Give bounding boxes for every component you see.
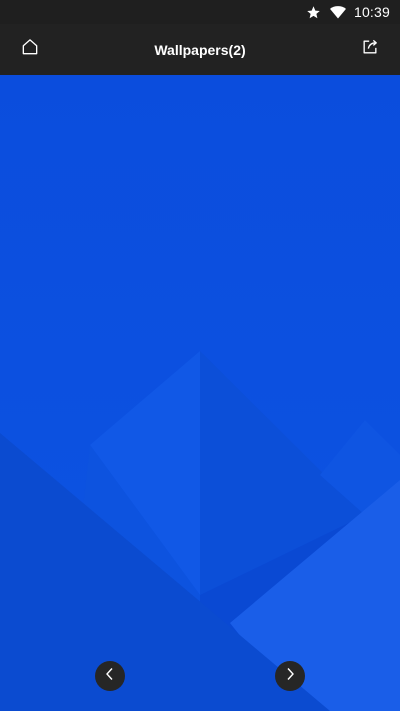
app-bar: Wallpapers(2) bbox=[0, 24, 400, 75]
star-icon bbox=[306, 4, 322, 20]
chevron-left-icon bbox=[104, 667, 116, 686]
chevron-right-icon bbox=[284, 667, 296, 686]
share-icon bbox=[360, 37, 380, 62]
status-bar: 10:39 bbox=[0, 0, 400, 24]
home-button[interactable] bbox=[5, 24, 55, 75]
previous-button[interactable] bbox=[95, 661, 125, 691]
home-icon bbox=[20, 37, 40, 62]
wallpaper-preview[interactable] bbox=[0, 75, 400, 711]
wifi-icon bbox=[329, 4, 346, 20]
page-title: Wallpapers(2) bbox=[154, 41, 246, 58]
screen: 10:39 Wallpapers(2) bbox=[0, 0, 400, 711]
status-time: 10:39 bbox=[353, 4, 390, 20]
wallpaper-image bbox=[0, 75, 400, 711]
share-button[interactable] bbox=[345, 24, 395, 75]
next-button[interactable] bbox=[275, 661, 305, 691]
